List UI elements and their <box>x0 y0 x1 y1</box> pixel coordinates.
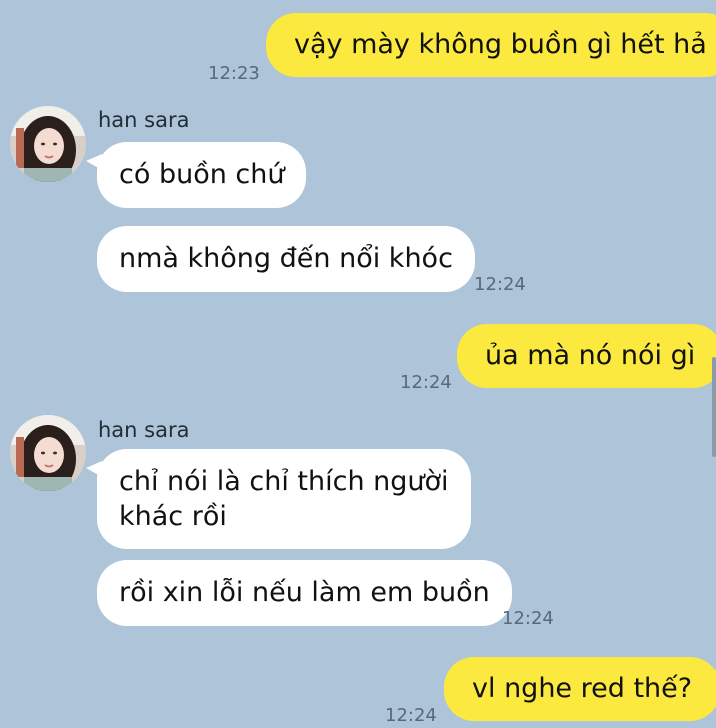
message-text-line: khác rồi <box>119 501 227 532</box>
incoming-message[interactable]: rồi xin lỗi nếu làm em buồn <box>97 560 512 626</box>
message-timestamp: 12:24 <box>400 372 452 393</box>
outgoing-message[interactable]: ủa mà nó nói gì <box>457 324 716 388</box>
contact-avatar[interactable] <box>10 106 86 182</box>
incoming-message[interactable]: nmà không đến nổi khóc <box>97 226 475 292</box>
incoming-message[interactable]: có buồn chứ <box>85 142 307 208</box>
message-timestamp: 12:24 <box>502 608 554 629</box>
message-text: vậy mày không buồn gì hết hả <box>294 29 707 60</box>
outgoing-message[interactable]: vậy mày không buồn gì hết hả <box>266 13 716 77</box>
message-text: ủa mà nó nói gì <box>485 340 696 371</box>
message-timestamp: 12:23 <box>208 63 260 84</box>
message-text: vl nghe red thế? <box>472 673 693 704</box>
message-text-line: chỉ nói là chỉ thích người <box>119 466 449 497</box>
contact-avatar-photo <box>10 415 86 491</box>
chat-thread[interactable]: vậy mày không buồn gì hết hả 12:23 han s… <box>0 0 716 728</box>
sender-name: han sara <box>98 108 190 132</box>
message-timestamp: 12:24 <box>474 274 526 295</box>
outgoing-message[interactable]: vl nghe red thế? <box>444 657 716 721</box>
scrollbar[interactable] <box>712 357 716 457</box>
message-text: có buồn chứ <box>119 159 285 190</box>
message-text: rồi xin lỗi nếu làm em buồn <box>119 577 490 608</box>
incoming-message[interactable]: chỉ nói là chỉ thích người khác rồi <box>86 449 471 549</box>
message-timestamp: 12:24 <box>385 705 437 726</box>
message-text: nmà không đến nổi khóc <box>119 243 453 274</box>
contact-avatar[interactable] <box>10 415 86 491</box>
sender-name: han sara <box>98 418 190 442</box>
contact-avatar-photo <box>10 106 86 182</box>
